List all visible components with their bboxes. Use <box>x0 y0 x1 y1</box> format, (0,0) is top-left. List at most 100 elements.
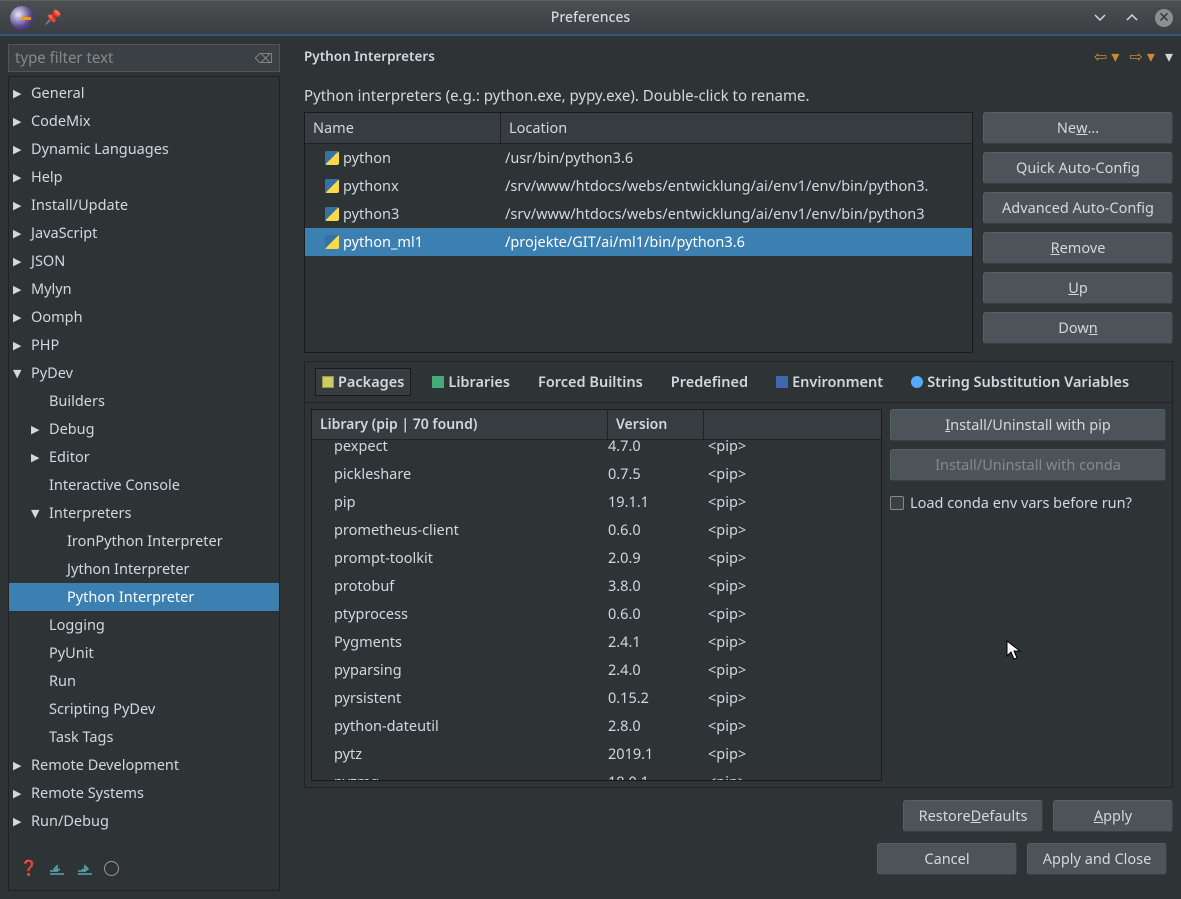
col-name[interactable]: Name <box>305 113 501 143</box>
tree-item-php[interactable]: ▶PHP <box>9 331 279 359</box>
interpreter-row[interactable]: python_ml1/projekte/GIT/ai/ml1/bin/pytho… <box>305 228 972 256</box>
package-row[interactable]: python-dateutil2.8.0<pip> <box>312 712 881 740</box>
down-button[interactable]: Down <box>983 312 1173 344</box>
tree-item-interactive-console[interactable]: Interactive Console <box>9 471 279 499</box>
expander-icon[interactable]: ▶ <box>13 310 29 325</box>
tree-item-mylyn[interactable]: ▶Mylyn <box>9 275 279 303</box>
help-icon[interactable]: ❓ <box>20 859 38 877</box>
expander-icon[interactable]: ▶ <box>13 86 29 101</box>
expander-icon[interactable]: ▶ <box>13 758 29 773</box>
tree-item-interpreters[interactable]: ▼Interpreters <box>9 499 279 527</box>
tab-predefined[interactable]: Predefined <box>664 368 755 396</box>
restore-defaults-button[interactable]: Restore Defaults <box>903 800 1043 832</box>
package-row[interactable]: protobuf3.8.0<pip> <box>312 572 881 600</box>
export-icon[interactable] <box>76 859 94 877</box>
tree-item-builders[interactable]: Builders <box>9 387 279 415</box>
expander-icon[interactable]: ▶ <box>13 198 29 213</box>
clear-filter-icon[interactable]: ⌫ <box>255 49 273 67</box>
load-conda-checkbox[interactable]: Load conda env vars before run? <box>890 493 1166 513</box>
tree-item-install-update[interactable]: ▶Install/Update <box>9 191 279 219</box>
tab-forced-builtins[interactable]: Forced Builtins <box>531 368 650 396</box>
tree-item-run-debug[interactable]: ▶Run/Debug <box>9 807 279 835</box>
package-row[interactable]: Pygments2.4.1<pip> <box>312 628 881 656</box>
tree-item-pydev[interactable]: ▼PyDev <box>9 359 279 387</box>
oomph-icon[interactable] <box>104 861 119 876</box>
tree-item-pyunit[interactable]: PyUnit <box>9 639 279 667</box>
checkbox-icon[interactable] <box>890 496 904 510</box>
expander-icon[interactable]: ▼ <box>13 366 29 381</box>
advanced-auto-config-button[interactable]: Advanced Auto-Config <box>983 192 1173 224</box>
tree-item-help[interactable]: ▶Help <box>9 163 279 191</box>
interpreters-table[interactable]: Name Location python/usr/bin/python3.6py… <box>304 112 973 353</box>
install-pip-button[interactable]: Install/Uninstall with pip <box>890 409 1166 441</box>
tree-item-logging[interactable]: Logging <box>9 611 279 639</box>
tree-item-remote-systems[interactable]: ▶Remote Systems <box>9 779 279 807</box>
quick-auto-config-button[interactable]: Quick Auto-Config <box>983 152 1173 184</box>
expander-icon[interactable]: ▶ <box>13 142 29 157</box>
tree-item-dynamic-languages[interactable]: ▶Dynamic Languages <box>9 135 279 163</box>
tab-string-substitution[interactable]: String Substitution Variables <box>904 368 1136 396</box>
tab-environment[interactable]: Environment <box>769 368 890 396</box>
nav-forward-icon[interactable]: ⇨ ▾ <box>1129 45 1155 67</box>
remove-button[interactable]: Remove <box>983 232 1173 264</box>
new-button[interactable]: New... <box>983 112 1173 144</box>
nav-menu-icon[interactable]: ▾ <box>1165 45 1173 67</box>
package-row[interactable]: pip19.1.1<pip> <box>312 488 881 516</box>
interpreter-row[interactable]: python/usr/bin/python3.6 <box>305 144 972 172</box>
package-row[interactable]: pexpect4.7.0<pip> <box>312 432 881 460</box>
package-row[interactable]: pickleshare0.7.5<pip> <box>312 460 881 488</box>
preferences-tree[interactable]: ▶General▶CodeMix▶Dynamic Languages▶Help▶… <box>8 76 280 891</box>
tree-item-ironpython-interpreter[interactable]: IronPython Interpreter <box>9 527 279 555</box>
tree-item-debug[interactable]: ▶Debug <box>9 415 279 443</box>
tree-item-jython-interpreter[interactable]: Jython Interpreter <box>9 555 279 583</box>
col-library[interactable]: Library (pip | 70 found) <box>312 410 608 439</box>
expander-icon[interactable]: ▶ <box>13 226 29 241</box>
pin-icon[interactable]: 📌 <box>44 8 61 27</box>
expander-icon[interactable]: ▼ <box>31 506 47 521</box>
interpreter-row[interactable]: python3/srv/www/htdocs/webs/entwicklung/… <box>305 200 972 228</box>
package-row[interactable]: ptyprocess0.6.0<pip> <box>312 600 881 628</box>
col-version[interactable]: Version <box>608 410 704 439</box>
col-location[interactable]: Location <box>501 113 972 143</box>
tree-item-run[interactable]: Run <box>9 667 279 695</box>
tab-packages[interactable]: Packages <box>315 368 411 396</box>
up-button[interactable]: Up <box>983 272 1173 304</box>
tree-item-task-tags[interactable]: Task Tags <box>9 723 279 751</box>
package-row[interactable]: pyparsing2.4.0<pip> <box>312 656 881 684</box>
interpreter-row[interactable]: pythonx/srv/www/htdocs/webs/entwicklung/… <box>305 172 972 200</box>
apply-and-close-button[interactable]: Apply and Close <box>1027 843 1167 875</box>
expander-icon[interactable]: ▶ <box>13 338 29 353</box>
filter-input[interactable]: type filter text ⌫ <box>8 44 280 72</box>
tree-item-codemix[interactable]: ▶CodeMix <box>9 107 279 135</box>
expander-icon[interactable]: ▶ <box>13 814 29 829</box>
apply-button[interactable]: Apply <box>1053 800 1173 832</box>
tree-item-editor[interactable]: ▶Editor <box>9 443 279 471</box>
package-row[interactable]: pyzmq18.0.1<pip> <box>312 768 881 780</box>
expander-icon[interactable]: ▶ <box>13 254 29 269</box>
packages-table[interactable]: Library (pip | 70 found) Version pexpect… <box>311 409 882 781</box>
package-row[interactable]: prometheus-client0.6.0<pip> <box>312 516 881 544</box>
package-row[interactable]: prompt-toolkit2.0.9<pip> <box>312 544 881 572</box>
expander-icon[interactable]: ▶ <box>31 450 47 465</box>
package-row[interactable]: pyrsistent0.15.2<pip> <box>312 684 881 712</box>
tree-item-python-interpreter[interactable]: Python Interpreter <box>9 583 279 611</box>
expander-icon[interactable]: ▶ <box>31 422 47 437</box>
expander-icon[interactable]: ▶ <box>13 170 29 185</box>
cancel-button[interactable]: Cancel <box>877 843 1017 875</box>
tree-item-javascript[interactable]: ▶JavaScript <box>9 219 279 247</box>
tree-item-json[interactable]: ▶JSON <box>9 247 279 275</box>
tree-item-general[interactable]: ▶General <box>9 79 279 107</box>
expander-icon[interactable]: ▶ <box>13 282 29 297</box>
expander-icon[interactable]: ▶ <box>13 786 29 801</box>
tree-item-oomph[interactable]: ▶Oomph <box>9 303 279 331</box>
package-row[interactable]: pytz2019.1<pip> <box>312 740 881 768</box>
minimize-icon[interactable] <box>1091 9 1109 27</box>
tree-item-remote-development[interactable]: ▶Remote Development <box>9 751 279 779</box>
tree-item-scripting-pydev[interactable]: Scripting PyDev <box>9 695 279 723</box>
expander-icon[interactable]: ▶ <box>13 114 29 129</box>
import-icon[interactable] <box>48 859 66 877</box>
maximize-icon[interactable] <box>1123 9 1141 27</box>
nav-back-icon[interactable]: ⇦ ▾ <box>1094 45 1120 67</box>
close-icon[interactable]: ✕ <box>1155 9 1173 27</box>
tab-libraries[interactable]: Libraries <box>425 368 517 396</box>
